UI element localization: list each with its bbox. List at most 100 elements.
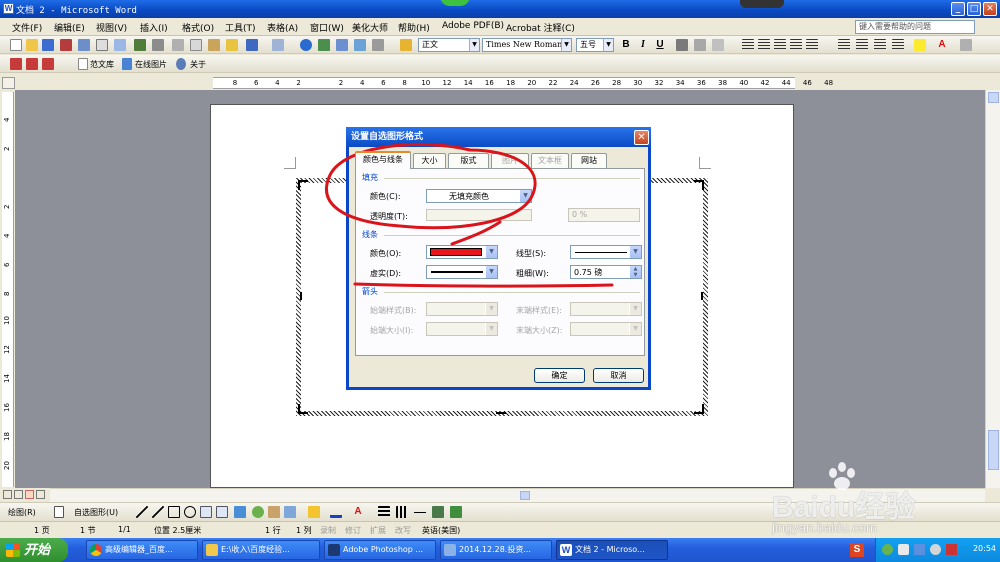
decrease-indent-icon[interactable] xyxy=(874,39,886,51)
print-layout-icon[interactable] xyxy=(25,490,34,499)
draw-menu[interactable]: 绘图(R) xyxy=(8,507,36,518)
template-library-button[interactable]: 范文库 xyxy=(90,59,114,70)
start-button[interactable]: 开始 xyxy=(0,538,68,562)
char-scale-icon[interactable] xyxy=(712,39,724,51)
end-size-dropdown[interactable]: ▼ xyxy=(570,322,642,336)
maximize-button[interactable]: □ xyxy=(967,2,981,16)
tab-picture[interactable]: 图片 xyxy=(491,153,529,168)
print-icon[interactable] xyxy=(96,39,108,51)
menu-view[interactable]: 视图(V) xyxy=(96,21,127,34)
wordart-icon[interactable] xyxy=(234,506,246,518)
dash-style-icon[interactable] xyxy=(396,506,408,518)
bold-button[interactable]: B xyxy=(620,39,632,51)
char-border-icon[interactable] xyxy=(676,39,688,51)
arrow-tool-icon[interactable] xyxy=(152,506,164,518)
taskbar-item-word[interactable]: W 文档 2 - Microso... xyxy=(556,540,668,560)
open-folder-icon[interactable] xyxy=(26,39,38,51)
menu-table[interactable]: 表格(A) xyxy=(267,21,298,34)
menu-edit[interactable]: 编辑(E) xyxy=(54,21,85,34)
undo-icon[interactable] xyxy=(246,39,258,51)
end-style-dropdown[interactable]: ▼ xyxy=(570,302,642,316)
outline-view-icon[interactable] xyxy=(36,490,45,499)
redo-icon[interactable] xyxy=(272,39,284,51)
permission-icon[interactable] xyxy=(60,39,72,51)
transparency-slider[interactable] xyxy=(426,209,532,221)
draw-font-color-icon[interactable]: A xyxy=(352,506,364,518)
tab-layout[interactable]: 版式 xyxy=(448,153,489,168)
menu-format[interactable]: 格式(O) xyxy=(182,21,214,34)
tab-size[interactable]: 大小 xyxy=(413,153,446,168)
taskbar-item-explorer[interactable]: E:\收入\百度经验... xyxy=(202,540,320,560)
italic-button[interactable]: I xyxy=(637,39,649,51)
dialog-title-bar[interactable]: 设置自选图形格式 ✕ xyxy=(346,127,651,147)
menu-tools[interactable]: 工具(T) xyxy=(225,21,256,34)
close-button[interactable]: ✕ xyxy=(983,2,997,16)
align-right-icon[interactable] xyxy=(774,39,786,51)
scroll-thumb[interactable] xyxy=(988,430,999,470)
pdf-email-icon[interactable] xyxy=(26,58,38,70)
numbering-icon[interactable] xyxy=(838,39,850,51)
status-extend[interactable]: 扩展 xyxy=(370,525,386,536)
resize-handle-bottom[interactable] xyxy=(496,412,506,414)
tray-icon-1[interactable] xyxy=(882,544,893,555)
ime-s-icon[interactable]: S xyxy=(850,543,864,557)
tab-selector[interactable] xyxy=(2,77,15,89)
online-image-button[interactable]: 在线图片 xyxy=(135,59,167,70)
spelling-icon[interactable] xyxy=(134,39,146,51)
styles-icon[interactable] xyxy=(400,39,412,51)
increase-indent-icon[interactable] xyxy=(892,39,904,51)
menu-file[interactable]: 文件(F) xyxy=(12,21,42,34)
select-objects-icon[interactable] xyxy=(54,506,64,518)
research-icon[interactable] xyxy=(152,39,164,51)
volume-icon[interactable] xyxy=(930,544,941,555)
resize-handle-bl-v[interactable] xyxy=(298,404,300,414)
diagram-icon[interactable] xyxy=(252,506,264,518)
align-left-icon[interactable] xyxy=(742,39,754,51)
hyperlink-icon[interactable] xyxy=(300,39,312,51)
rectangle-tool-icon[interactable] xyxy=(168,506,180,518)
cut-icon[interactable] xyxy=(172,39,184,51)
help-search-input[interactable]: 键入需要帮助的问题 xyxy=(855,20,975,34)
tab-colors-lines[interactable]: 颜色与线条 xyxy=(355,151,411,169)
horizontal-ruler[interactable]: 8 6 4 2 2 4 6 8 10 12 14 16 18 20 22 24 26 28 30 32 34 36 38 40… xyxy=(213,77,833,89)
vertical-textbox-icon[interactable] xyxy=(216,506,228,518)
tables-borders-icon[interactable] xyxy=(318,39,330,51)
line-color-dropdown[interactable]: ▼ xyxy=(426,245,498,259)
transparency-input[interactable]: 0 % xyxy=(568,208,640,222)
dialog-close-button[interactable]: ✕ xyxy=(634,130,649,145)
begin-size-dropdown[interactable]: ▼ xyxy=(426,322,498,336)
tab-textbox[interactable]: 文本框 xyxy=(531,153,569,168)
underline-button[interactable]: U xyxy=(654,39,666,51)
align-center-icon[interactable] xyxy=(758,39,770,51)
fill-color-dropdown[interactable]: 无填充颜色 ▼ xyxy=(426,189,532,203)
justify-icon[interactable] xyxy=(790,39,802,51)
tray-icon-5[interactable] xyxy=(946,544,957,555)
resize-handle-left[interactable] xyxy=(300,292,302,300)
new-doc-icon[interactable] xyxy=(10,39,22,51)
weight-stepper[interactable]: 0.75 磅 ▲ ▼ xyxy=(570,265,642,279)
menu-window[interactable]: 窗口(W) xyxy=(310,21,344,34)
paste-icon[interactable] xyxy=(208,39,220,51)
menu-adobe-pdf[interactable]: Adobe PDF(B) xyxy=(442,21,504,31)
email-icon[interactable] xyxy=(78,39,90,51)
font-select[interactable]: Times New Roman ▼ xyxy=(482,38,572,52)
menu-beautify[interactable]: 美化大师 xyxy=(352,21,388,34)
line-style-icon[interactable] xyxy=(378,506,390,518)
line-style-dropdown[interactable]: ▼ xyxy=(570,245,642,259)
hscroll-thumb[interactable] xyxy=(520,491,530,500)
about-button[interactable]: 关于 xyxy=(190,59,206,70)
pdf-review-icon[interactable] xyxy=(42,58,54,70)
tab-web[interactable]: 网站 xyxy=(571,153,607,168)
normal-view-icon[interactable] xyxy=(3,490,12,499)
insert-table-icon[interactable] xyxy=(336,39,348,51)
save-icon[interactable] xyxy=(42,39,54,51)
style-select[interactable]: 正文 ▼ xyxy=(418,38,480,52)
status-record[interactable]: 录制 xyxy=(320,525,336,536)
vertical-scrollbar[interactable] xyxy=(985,90,1000,488)
web-view-icon[interactable] xyxy=(14,490,23,499)
vertical-ruler[interactable]: 4 2 2 4 6 8 10 12 14 16 18 20 xyxy=(2,92,14,487)
resize-handle-tr-v[interactable] xyxy=(702,180,704,190)
taskbar-item-browser[interactable]: 高级编辑器_百度... xyxy=(86,540,198,560)
line-color-icon[interactable] xyxy=(330,506,342,518)
print-preview-icon[interactable] xyxy=(114,39,126,51)
